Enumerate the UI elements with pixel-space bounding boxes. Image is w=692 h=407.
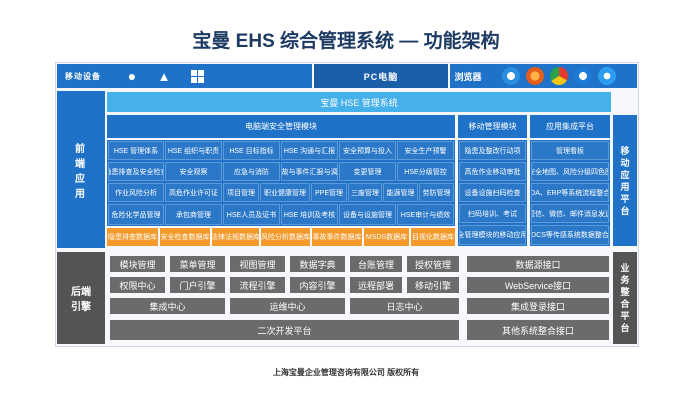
engine-cell: 门户引擎 [170, 277, 225, 293]
database-cell: 事故事件数据库 [312, 228, 362, 246]
back-end-side-label: 后端引擎 [57, 252, 105, 344]
mobile-device-label: 移动设备 [57, 64, 115, 88]
engine-cell: 远程部署 [350, 277, 402, 293]
engine-cell: 菜单管理 [170, 256, 225, 272]
database-cell: 风险分析数据库 [261, 228, 310, 246]
integration-list: 管理看板 安全地图、风险分级四色图 OA、ERP等系统流程整合 短信、微信、邮件… [530, 140, 610, 246]
pc-cell: 危险化学品管理 [108, 204, 164, 225]
pc-cell: 安全预算与投入 [339, 141, 396, 160]
engine-cell: 运维中心 [230, 298, 345, 314]
engine-cell: 集成中心 [110, 298, 225, 314]
pc-cell: 事故与事件汇报与调查 [281, 162, 338, 181]
pc-cell: 三废管理 [348, 183, 382, 202]
business-platform-label: 业务整合平台 [613, 252, 637, 344]
ie-icon [502, 67, 520, 85]
browser-bar: 浏览器 [450, 64, 637, 88]
pc-cell: HSE人员及证书 [223, 204, 280, 225]
pc-cell: HSE分级管控 [397, 162, 454, 181]
pc-cell: HSE 组织与职责 [165, 141, 222, 160]
engine-cell: 台账管理 [350, 256, 402, 272]
pc-cell: 项目管理 [223, 183, 259, 202]
pc-cell: HSE 管理体系 [108, 141, 164, 160]
pc-cell: 变更管理 [339, 162, 396, 181]
engine-cell: 移动引擎 [407, 277, 459, 293]
pc-cell: HSE 培训及考核 [281, 204, 338, 225]
engine-cell: 数据字典 [290, 256, 345, 272]
pc-cell: 作业风险分析 [108, 183, 164, 202]
mobile-item: 隐患及整改行动项 [459, 141, 526, 160]
pc-cell: 隐患排查及安全检查 [108, 162, 164, 181]
windows-icon [191, 70, 204, 83]
pc-cell: HSE 目标指标 [223, 141, 280, 160]
engine-cell: 流程引擎 [230, 277, 285, 293]
pc-module-grid: HSE 管理体系 HSE 组织与职责 HSE 目标指标 HSE 沟通与汇报 安全… [107, 140, 455, 226]
mobile-item: 全管理模块的移动应用 [459, 225, 526, 245]
integration-item: 短信、微信、邮件消息发送 [531, 204, 609, 223]
pc-cell: 职业健康管理 [260, 183, 310, 202]
database-cell: 安全检查数据库 [160, 228, 210, 246]
pc-cell: 承包商管理 [165, 204, 222, 225]
apple-icon: ● [127, 68, 137, 84]
integration-item: DCS等传感系统数据整合 [531, 225, 609, 245]
integration-item: OA、ERP等系统流程整合 [531, 183, 609, 202]
android-icon: ▲ [157, 68, 171, 84]
mobile-item: 设备设施扫码检查 [459, 183, 526, 202]
firefox-icon [526, 67, 544, 85]
mobile-module-list: 隐患及整改行动项 高危作业移动审批 设备设施扫码检查 扫码培训、考试 全管理模块… [458, 140, 527, 246]
safari-icon [598, 67, 616, 85]
interface-cell: 其他系统整合接口 [467, 320, 609, 340]
page-title: 宝曼 EHS 综合管理系统 — 功能架构 [192, 30, 500, 52]
pc-cell: 劳防管理 [419, 183, 454, 202]
pc-cell: 安全生产预警 [397, 141, 454, 160]
engine-cell: 授权管理 [407, 256, 459, 272]
pc-cell: 设备与设施管理 [339, 204, 396, 225]
browser-label: 浏览器 [454, 71, 482, 82]
engine-cell: 模块管理 [110, 256, 165, 272]
pc-cell: PPE管理 [311, 183, 347, 202]
engine-cell: 权限中心 [110, 277, 165, 293]
engine-cell: 视图管理 [230, 256, 285, 272]
pc-label: PC电脑 [314, 64, 448, 88]
integration-title: 应用集成平台 [530, 115, 610, 138]
database-cell: 法律法规数据库 [212, 228, 259, 246]
mobile-module-title: 移动管理模块 [458, 115, 527, 138]
database-cell: MSDS数据库 [364, 228, 409, 246]
interface-cell: 集成登录接口 [467, 298, 609, 314]
mobile-platform-label: 移动应用平台 [613, 115, 637, 246]
database-cell: 隐患排查数据库 [107, 228, 158, 246]
mobile-item: 高危作业移动审批 [459, 162, 526, 181]
engine-cell: 日志中心 [350, 298, 459, 314]
pc-cell: 能源管理 [383, 183, 418, 202]
copyright-footer: 上海宝曼企业管理咨询有限公司 版权所有 [272, 367, 420, 377]
pc-cell: 安全观察 [165, 162, 222, 181]
pc-cell: 应急与消防 [223, 162, 280, 181]
mobile-item: 扫码培训、考试 [459, 204, 526, 223]
database-cell: 目视化数据库 [411, 228, 455, 246]
interface-cell: 数据源接口 [467, 256, 609, 272]
integration-item: 管理看板 [531, 141, 609, 160]
secondary-dev-platform: 二次开发平台 [110, 320, 459, 340]
sogou-icon [574, 67, 592, 85]
pc-cell: HSE审计与绩效 [397, 204, 454, 225]
pc-cell: HSE 沟通与汇报 [281, 141, 338, 160]
chrome-icon [550, 67, 568, 85]
pc-module-title: 电脑端安全管理模块 [107, 115, 455, 138]
front-end-side-label: 前端应用 [57, 91, 105, 248]
engine-cell: 内容引擎 [290, 277, 345, 293]
pc-cell: 高危作业许可证 [165, 183, 222, 202]
hse-system-bar: 宝曼 HSE 管理系统 [107, 92, 611, 112]
mobile-device-icons: ● ▲ [115, 64, 312, 88]
interface-cell: WebService接口 [467, 277, 609, 293]
integration-item: 安全地图、风险分级四色图 [531, 162, 609, 181]
